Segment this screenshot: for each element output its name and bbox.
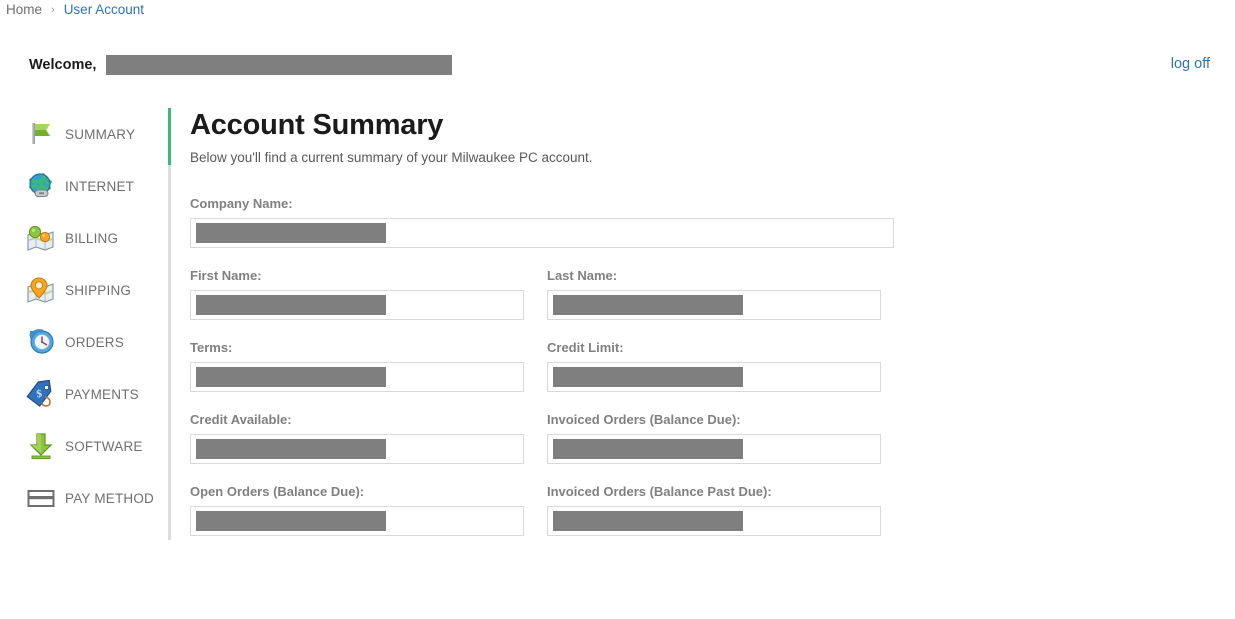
field-terms: Terms: [190, 340, 524, 392]
credit-limit-input[interactable] [547, 362, 881, 392]
field-invoiced-orders-balance-due: Invoiced Orders (Balance Due): [547, 412, 881, 464]
sidebar-item-label: BILLING [65, 230, 119, 246]
field-label: Open Orders (Balance Due): [190, 484, 365, 499]
sidebar-item-billing[interactable]: BILLING [0, 212, 160, 264]
sidebar-item-pay-method[interactable]: PAY METHOD [0, 472, 160, 524]
sidebar-item-label: SHIPPING [65, 282, 132, 298]
field-credit-available: Credit Available: [190, 412, 524, 464]
field-credit-limit: Credit Limit: [547, 340, 881, 392]
company-name-input[interactable] [190, 218, 894, 248]
field-label: Credit Limit: [547, 340, 624, 355]
clock-history-icon [26, 327, 56, 357]
redacted-value [196, 295, 386, 315]
field-company-name: Company Name: [190, 196, 894, 248]
first-name-input[interactable] [190, 290, 524, 320]
field-open-orders-balance-due: Open Orders (Balance Due): [190, 484, 524, 536]
sidebar-item-orders[interactable]: ORDERS [0, 316, 160, 368]
invoiced-orders-balance-due-input[interactable] [547, 434, 881, 464]
field-label: First Name: [190, 268, 262, 283]
sidebar-item-label: PAYMENTS [65, 386, 139, 402]
sidebar-item-label: SOFTWARE [65, 438, 143, 454]
sidebar-item-label: ORDERS [65, 334, 124, 350]
form-row-credit-invoiced: Credit Available: Invoiced Orders (Balan… [190, 412, 1190, 464]
credit-card-icon [26, 483, 56, 513]
map-billing-icon [26, 223, 56, 253]
breadcrumb-home[interactable]: Home [6, 2, 42, 17]
invoiced-orders-balance-past-due-input[interactable] [547, 506, 881, 536]
account-summary-form: Company Name: First Name: Last Name: Ter… [190, 196, 1190, 536]
flag-icon [26, 119, 56, 149]
sidebar-item-software[interactable]: SOFTWARE [0, 420, 160, 472]
form-row-open-past-due: Open Orders (Balance Due): Invoiced Orde… [190, 484, 1190, 536]
sidebar-item-label: PAY METHOD [65, 490, 155, 506]
breadcrumb: Home › User Account [6, 2, 144, 17]
welcome-username-redacted [106, 55, 452, 75]
redacted-value [196, 223, 386, 243]
redacted-value [196, 511, 386, 531]
last-name-input[interactable] [547, 290, 881, 320]
sidebar-item-payments[interactable]: $ PAYMENTS [0, 368, 160, 420]
redacted-value [553, 439, 743, 459]
breadcrumb-separator-icon: › [51, 3, 55, 16]
redacted-value [553, 367, 743, 387]
redacted-value [196, 439, 386, 459]
form-row-terms-credit: Terms: Credit Limit: [190, 340, 1190, 392]
sidebar-active-accent [168, 108, 171, 165]
sidebar-item-shipping[interactable]: SHIPPING [0, 264, 160, 316]
sidebar-item-internet[interactable]: INTERNET [0, 160, 160, 212]
sidebar-item-summary[interactable]: SUMMARY [0, 108, 160, 160]
main-content: Account Summary Below you'll find a curr… [190, 108, 1190, 556]
field-invoiced-orders-balance-past-due: Invoiced Orders (Balance Past Due): [547, 484, 881, 536]
redacted-value [553, 511, 743, 531]
log-off-link[interactable]: log off [1171, 56, 1210, 72]
credit-available-input[interactable] [190, 434, 524, 464]
field-label: Company Name: [190, 196, 293, 211]
field-label: Credit Available: [190, 412, 292, 427]
terms-input[interactable] [190, 362, 524, 392]
redacted-value [553, 295, 743, 315]
welcome-label: Welcome, [29, 57, 97, 73]
field-first-name: First Name: [190, 268, 524, 320]
page-title: Account Summary [190, 109, 444, 141]
map-pin-shipping-icon [26, 275, 56, 305]
field-label: Invoiced Orders (Balance Due): [547, 412, 741, 427]
globe-link-icon [26, 171, 56, 201]
price-tag-dollar-icon: $ [26, 379, 56, 409]
field-label: Invoiced Orders (Balance Past Due): [547, 484, 772, 499]
breadcrumb-user-account[interactable]: User Account [64, 2, 144, 17]
form-row-name: First Name: Last Name: [190, 268, 1190, 320]
download-arrow-icon [26, 431, 56, 461]
form-row-company: Company Name: [190, 196, 1190, 248]
redacted-value [196, 367, 386, 387]
field-label: Last Name: [547, 268, 618, 283]
sidebar-nav: SUMMARY INTERNET BILLING SHIPPING ORDERS… [0, 108, 160, 524]
field-last-name: Last Name: [547, 268, 881, 320]
open-orders-balance-due-input[interactable] [190, 506, 524, 536]
sidebar-item-label: SUMMARY [65, 126, 136, 142]
sidebar-item-label: INTERNET [65, 178, 135, 194]
sidebar-divider [168, 108, 171, 540]
field-label: Terms: [190, 340, 233, 355]
page-subtitle: Below you'll find a current summary of y… [190, 150, 593, 165]
